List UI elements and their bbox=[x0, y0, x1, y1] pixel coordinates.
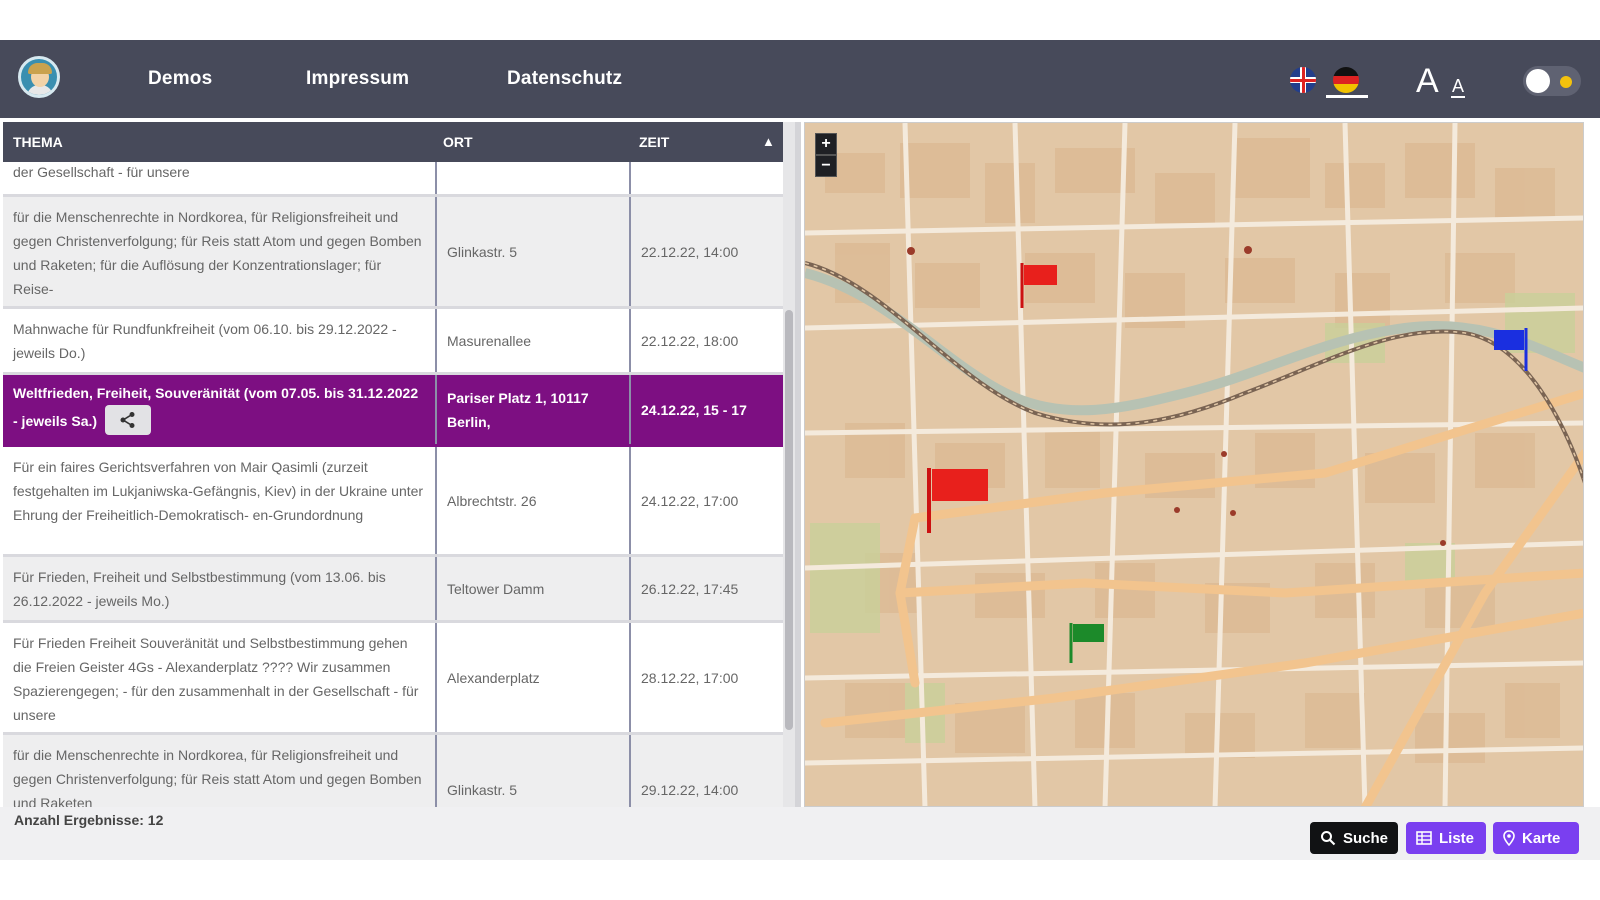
map-canvas[interactable] bbox=[805, 123, 1584, 807]
cell-thema: Weltfrieden, Freiheit, Souveränität (vom… bbox=[3, 375, 435, 444]
avatar-logo[interactable] bbox=[18, 56, 60, 98]
demo-table: THEMA ORT ZEIT ▲ der Gesellschaft - für … bbox=[3, 122, 785, 807]
map-pin-icon bbox=[1503, 830, 1515, 846]
cell-zeit: 28.12.22, 17:00 bbox=[629, 623, 785, 732]
cell-ort: Glinkastr. 5 bbox=[435, 197, 629, 306]
table-scrollbar-thumb[interactable] bbox=[785, 310, 793, 730]
cell-zeit: 29.12.22, 14:00 bbox=[629, 735, 785, 807]
cell-ort: Pariser Platz 1, 10117 Berlin, bbox=[435, 375, 629, 444]
cell-thema: für die Menschenrechte in Nordkorea, für… bbox=[13, 747, 422, 807]
nav-impressum[interactable]: Impressum bbox=[306, 68, 409, 90]
top-nav-bar: Demos Impressum Datenschutz A A bbox=[0, 40, 1600, 118]
english-flag-icon[interactable] bbox=[1290, 67, 1316, 93]
cell-zeit: 22.12.22, 14:00 bbox=[629, 197, 785, 306]
map-view[interactable]: + − bbox=[804, 122, 1584, 807]
cell-thema: Mahnwache für Rundfunkfreiheit (vom 06.1… bbox=[13, 321, 397, 361]
cell-zeit: 24.12.22, 15 - 17 bbox=[629, 375, 785, 444]
list-icon bbox=[1416, 831, 1432, 845]
cell-thema: der Gesellschaft - für unsere bbox=[13, 164, 190, 180]
column-header-thema[interactable]: THEMA bbox=[13, 134, 63, 150]
font-size-decrease-icon[interactable]: A bbox=[1452, 76, 1464, 97]
toggle-knob bbox=[1526, 69, 1550, 93]
cell-zeit: 22.12.22, 18:00 bbox=[629, 309, 785, 372]
table-row[interactable]: für die Menschenrechte in Nordkorea, für… bbox=[3, 735, 785, 807]
search-button-label: Suche bbox=[1342, 829, 1388, 847]
logo-hair bbox=[28, 63, 52, 74]
share-button[interactable] bbox=[105, 405, 152, 436]
cell-ort: Teltower Damm bbox=[435, 557, 629, 620]
app: Demos Impressum Datenschutz A A THEMA OR… bbox=[0, 0, 1600, 900]
list-view-label: Liste bbox=[1439, 829, 1475, 847]
table-row[interactable]: für die Menschenrechte in Nordkorea, für… bbox=[3, 197, 785, 309]
font-size-increase-icon[interactable]: A bbox=[1416, 62, 1439, 101]
pane-divider[interactable] bbox=[795, 122, 801, 807]
table-row[interactable]: Für Frieden Freiheit Souveränität und Se… bbox=[3, 623, 785, 735]
column-header-ort[interactable]: ORT bbox=[443, 134, 473, 150]
nav-datenschutz[interactable]: Datenschutz bbox=[507, 68, 622, 90]
german-flag-icon[interactable] bbox=[1333, 67, 1359, 93]
cell-thema: Für Frieden, Freiheit und Selbstbestimmu… bbox=[13, 569, 386, 609]
cell-thema: für die Menschenrechte in Nordkorea, für… bbox=[13, 209, 422, 297]
cell-ort: Albrechtstr. 26 bbox=[435, 447, 629, 554]
result-count: Anzahl Ergebnisse: 12 bbox=[14, 812, 164, 828]
table-row[interactable]: der Gesellschaft - für unsere bbox=[3, 162, 785, 197]
cell-ort bbox=[435, 162, 629, 194]
map-view-button[interactable]: Karte bbox=[1493, 822, 1579, 854]
active-language-indicator bbox=[1326, 95, 1368, 98]
zoom-out-button[interactable]: − bbox=[815, 155, 837, 177]
sun-icon bbox=[1560, 76, 1572, 88]
cell-ort: Alexanderplatz bbox=[435, 623, 629, 732]
cell-thema-text: Weltfrieden, Freiheit, Souveränität (vom… bbox=[13, 385, 419, 429]
cell-zeit: 26.12.22, 17:45 bbox=[629, 557, 785, 620]
zoom-in-button[interactable]: + bbox=[815, 133, 837, 155]
cell-ort: Glinkastr. 5 bbox=[435, 735, 629, 807]
share-icon bbox=[120, 412, 135, 429]
sort-ascending-icon[interactable]: ▲ bbox=[762, 134, 775, 149]
cell-ort: Masurenallee bbox=[435, 309, 629, 372]
theme-toggle[interactable] bbox=[1523, 66, 1581, 96]
search-button[interactable]: Suche bbox=[1310, 822, 1398, 854]
search-icon bbox=[1320, 831, 1336, 846]
font-small-underline bbox=[1451, 96, 1465, 98]
map-view-label: Karte bbox=[1522, 829, 1561, 847]
table-row-selected[interactable]: Weltfrieden, Freiheit, Souveränität (vom… bbox=[3, 375, 785, 447]
cell-zeit bbox=[629, 162, 785, 194]
table-row[interactable]: Mahnwache für Rundfunkfreiheit (vom 06.1… bbox=[3, 309, 785, 375]
nav-demos[interactable]: Demos bbox=[148, 68, 212, 90]
cell-thema: Für ein faires Gerichtsverfahren von Mai… bbox=[13, 459, 424, 523]
list-view-button[interactable]: Liste bbox=[1406, 822, 1486, 854]
table-header: THEMA ORT ZEIT ▲ bbox=[3, 122, 785, 162]
cell-thema: Für Frieden Freiheit Souveränität und Se… bbox=[13, 635, 419, 723]
column-header-zeit[interactable]: ZEIT bbox=[639, 134, 669, 150]
cell-zeit: 24.12.22, 17:00 bbox=[629, 447, 785, 554]
table-row[interactable]: Für ein faires Gerichtsverfahren von Mai… bbox=[3, 447, 785, 557]
table-row[interactable]: Für Frieden, Freiheit und Selbstbestimmu… bbox=[3, 557, 785, 623]
